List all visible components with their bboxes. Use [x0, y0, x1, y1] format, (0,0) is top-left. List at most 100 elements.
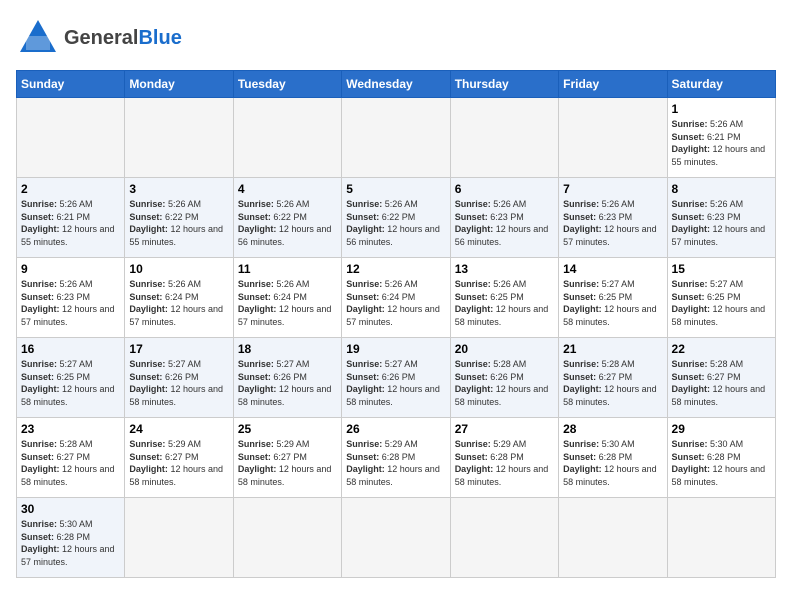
calendar-day-cell — [17, 98, 125, 178]
day-info: Sunrise: 5:26 AMSunset: 6:21 PMDaylight:… — [21, 198, 120, 248]
calendar-day-cell: 20 Sunrise: 5:28 AMSunset: 6:26 PMDayligh… — [450, 338, 558, 418]
calendar-week-row: 16 Sunrise: 5:27 AMSunset: 6:25 PMDayligh… — [17, 338, 776, 418]
day-info: Sunrise: 5:26 AMSunset: 6:23 PMDaylight:… — [563, 198, 662, 248]
calendar-day-cell: 1Sunrise: 5:26 AMSunset: 6:21 PMDaylight… — [667, 98, 775, 178]
day-info: Sunrise: 5:28 AMSunset: 6:26 PMDaylight:… — [455, 358, 554, 408]
day-number: 29 — [672, 422, 771, 436]
weekday-header-row: SundayMondayTuesdayWednesdayThursdayFrid… — [17, 71, 776, 98]
day-info: Sunrise: 5:27 AMSunset: 6:25 PMDaylight:… — [21, 358, 120, 408]
calendar-week-row: 2 Sunrise: 5:26 AMSunset: 6:21 PMDaylight… — [17, 178, 776, 258]
calendar-day-cell: 9 Sunrise: 5:26 AMSunset: 6:23 PMDaylight… — [17, 258, 125, 338]
header: GeneralBlue — [16, 16, 776, 60]
day-info: Sunrise: 5:30 AMSunset: 6:28 PMDaylight:… — [563, 438, 662, 488]
day-number: 24 — [129, 422, 228, 436]
day-info: Sunrise: 5:26 AMSunset: 6:24 PMDaylight:… — [238, 278, 337, 328]
calendar-day-cell — [233, 98, 341, 178]
calendar-day-cell: 29 Sunrise: 5:30 AMSunset: 6:28 PMDayligh… — [667, 418, 775, 498]
day-number: 20 — [455, 342, 554, 356]
day-number: 18 — [238, 342, 337, 356]
day-info: Sunrise: 5:26 AMSunset: 6:22 PMDaylight:… — [238, 198, 337, 248]
calendar-day-cell: 2 Sunrise: 5:26 AMSunset: 6:21 PMDaylight… — [17, 178, 125, 258]
calendar-day-cell — [450, 498, 558, 578]
weekday-header-wednesday: Wednesday — [342, 71, 450, 98]
day-info: Sunrise: 5:27 AMSunset: 6:25 PMDaylight:… — [672, 278, 771, 328]
day-number: 14 — [563, 262, 662, 276]
calendar-day-cell: 7 Sunrise: 5:26 AMSunset: 6:23 PMDaylight… — [559, 178, 667, 258]
calendar-day-cell: 4 Sunrise: 5:26 AMSunset: 6:22 PMDaylight… — [233, 178, 341, 258]
day-info: Sunrise: 5:26 AMSunset: 6:25 PMDaylight:… — [455, 278, 554, 328]
calendar-day-cell: 15 Sunrise: 5:27 AMSunset: 6:25 PMDayligh… — [667, 258, 775, 338]
day-number: 8 — [672, 182, 771, 196]
calendar-day-cell — [125, 498, 233, 578]
calendar-day-cell: 26 Sunrise: 5:29 AMSunset: 6:28 PMDayligh… — [342, 418, 450, 498]
calendar-day-cell: 10 Sunrise: 5:26 AMSunset: 6:24 PMDayligh… — [125, 258, 233, 338]
day-number: 27 — [455, 422, 554, 436]
day-info: Sunrise: 5:26 AMSunset: 6:24 PMDaylight:… — [129, 278, 228, 328]
day-number: 3 — [129, 182, 228, 196]
calendar-day-cell: 19Sunrise: 5:27 AMSunset: 6:26 PMDayligh… — [342, 338, 450, 418]
logo-icon — [16, 16, 60, 60]
day-info: Sunrise: 5:26 AMSunset: 6:23 PMDaylight:… — [455, 198, 554, 248]
day-number: 30 — [21, 502, 120, 516]
day-number: 21 — [563, 342, 662, 356]
day-info: Sunrise: 5:30 AMSunset: 6:28 PMDaylight:… — [672, 438, 771, 488]
day-info: Sunrise: 5:27 AMSunset: 6:25 PMDaylight:… — [563, 278, 662, 328]
day-info: Sunrise: 5:29 AMSunset: 6:27 PMDaylight:… — [238, 438, 337, 488]
calendar-day-cell: 25 Sunrise: 5:29 AMSunset: 6:27 PMDayligh… — [233, 418, 341, 498]
weekday-header-monday: Monday — [125, 71, 233, 98]
day-info: Sunrise: 5:26 AMSunset: 6:22 PMDaylight:… — [129, 198, 228, 248]
calendar-day-cell — [667, 498, 775, 578]
calendar-day-cell: 6 Sunrise: 5:26 AMSunset: 6:23 PMDaylight… — [450, 178, 558, 258]
day-info: Sunrise: 5:28 AMSunset: 6:27 PMDaylight:… — [672, 358, 771, 408]
day-info: Sunrise: 5:30 AMSunset: 6:28 PMDaylight:… — [21, 518, 120, 568]
calendar-day-cell: 8 Sunrise: 5:26 AMSunset: 6:23 PMDaylight… — [667, 178, 775, 258]
day-info: Sunrise: 5:26 AMSunset: 6:23 PMDaylight:… — [672, 198, 771, 248]
day-number: 6 — [455, 182, 554, 196]
day-number: 22 — [672, 342, 771, 356]
day-info: Sunrise: 5:26 AMSunset: 6:21 PMDaylight:… — [672, 118, 771, 168]
day-number: 19 — [346, 342, 445, 356]
day-info: Sunrise: 5:29 AMSunset: 6:28 PMDaylight:… — [455, 438, 554, 488]
day-number: 2 — [21, 182, 120, 196]
calendar-day-cell — [233, 498, 341, 578]
calendar-day-cell — [342, 98, 450, 178]
calendar-day-cell: 21 Sunrise: 5:28 AMSunset: 6:27 PMDayligh… — [559, 338, 667, 418]
calendar-day-cell: 16 Sunrise: 5:27 AMSunset: 6:25 PMDayligh… — [17, 338, 125, 418]
day-number: 4 — [238, 182, 337, 196]
day-number: 15 — [672, 262, 771, 276]
day-number: 7 — [563, 182, 662, 196]
day-info: Sunrise: 5:26 AMSunset: 6:24 PMDaylight:… — [346, 278, 445, 328]
day-info: Sunrise: 5:28 AMSunset: 6:27 PMDaylight:… — [563, 358, 662, 408]
day-number: 12 — [346, 262, 445, 276]
day-number: 28 — [563, 422, 662, 436]
calendar-week-row: 30 Sunrise: 5:30 AMSunset: 6:28 PMDayligh… — [17, 498, 776, 578]
calendar-day-cell: 22 Sunrise: 5:28 AMSunset: 6:27 PMDayligh… — [667, 338, 775, 418]
calendar-week-row: 23Sunrise: 5:28 AMSunset: 6:27 PMDayligh… — [17, 418, 776, 498]
day-number: 16 — [21, 342, 120, 356]
day-info: Sunrise: 5:29 AMSunset: 6:28 PMDaylight:… — [346, 438, 445, 488]
day-number: 25 — [238, 422, 337, 436]
weekday-header-tuesday: Tuesday — [233, 71, 341, 98]
day-number: 13 — [455, 262, 554, 276]
day-number: 11 — [238, 262, 337, 276]
calendar-day-cell: 17Sunrise: 5:27 AMSunset: 6:26 PMDayligh… — [125, 338, 233, 418]
day-info: Sunrise: 5:26 AMSunset: 6:23 PMDaylight:… — [21, 278, 120, 328]
day-number: 9 — [21, 262, 120, 276]
calendar-day-cell — [342, 498, 450, 578]
calendar-day-cell — [559, 498, 667, 578]
day-number: 10 — [129, 262, 228, 276]
day-info: Sunrise: 5:27 AMSunset: 6:26 PMDaylight:… — [238, 358, 337, 408]
weekday-header-saturday: Saturday — [667, 71, 775, 98]
logo-blue-text: Blue — [138, 27, 181, 49]
calendar-day-cell: 30 Sunrise: 5:30 AMSunset: 6:28 PMDayligh… — [17, 498, 125, 578]
calendar-day-cell: 3 Sunrise: 5:26 AMSunset: 6:22 PMDaylight… — [125, 178, 233, 258]
day-info: Sunrise: 5:27 AMSunset: 6:26 PMDaylight:… — [129, 358, 228, 408]
day-info: Sunrise: 5:29 AMSunset: 6:27 PMDaylight:… — [129, 438, 228, 488]
calendar-day-cell: 27 Sunrise: 5:29 AMSunset: 6:28 PMDayligh… — [450, 418, 558, 498]
calendar-day-cell: 11 Sunrise: 5:26 AMSunset: 6:24 PMDayligh… — [233, 258, 341, 338]
calendar-day-cell: 18 Sunrise: 5:27 AMSunset: 6:26 PMDayligh… — [233, 338, 341, 418]
day-number: 26 — [346, 422, 445, 436]
calendar-day-cell: 24 Sunrise: 5:29 AMSunset: 6:27 PMDayligh… — [125, 418, 233, 498]
day-info: Sunrise: 5:26 AMSunset: 6:22 PMDaylight:… — [346, 198, 445, 248]
day-info: Sunrise: 5:28 AMSunset: 6:27 PMDaylight:… — [21, 438, 120, 488]
